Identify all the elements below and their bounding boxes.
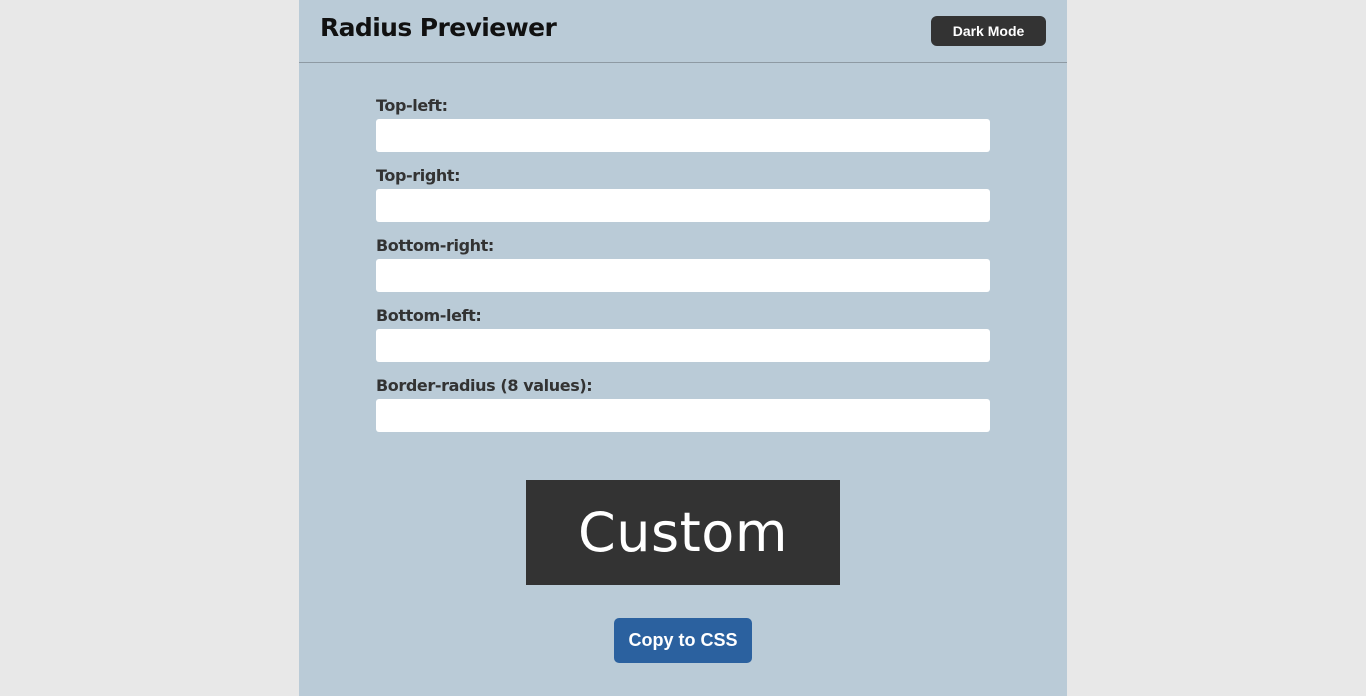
top-left-label: Top-left: — [376, 96, 448, 115]
app-container: Radius Previewer Dark Mode Top-left: Top… — [299, 0, 1067, 696]
field-border-radius: Border-radius (8 values): — [376, 373, 990, 443]
preview-text: Custom — [578, 501, 788, 564]
top-right-input[interactable] — [376, 189, 990, 222]
radius-form: Top-left: Top-right: Bottom-right: Botto… — [376, 93, 990, 443]
border-radius-label: Border-radius (8 values): — [376, 376, 593, 395]
dark-mode-button[interactable]: Dark Mode — [931, 16, 1046, 46]
page-title: Radius Previewer — [320, 13, 557, 42]
copy-to-css-button[interactable]: Copy to CSS — [614, 618, 752, 663]
field-top-left: Top-left: — [376, 93, 990, 163]
top-right-label: Top-right: — [376, 166, 461, 185]
bottom-left-label: Bottom-left: — [376, 306, 482, 325]
field-top-right: Top-right: — [376, 163, 990, 233]
top-left-input[interactable] — [376, 119, 990, 152]
bottom-right-label: Bottom-right: — [376, 236, 494, 255]
border-radius-input[interactable] — [376, 399, 990, 432]
field-bottom-left: Bottom-left: — [376, 303, 990, 373]
field-bottom-right: Bottom-right: — [376, 233, 990, 303]
header: Radius Previewer Dark Mode — [299, 0, 1067, 63]
bottom-right-input[interactable] — [376, 259, 990, 292]
preview-box: Custom — [526, 480, 840, 585]
bottom-left-input[interactable] — [376, 329, 990, 362]
